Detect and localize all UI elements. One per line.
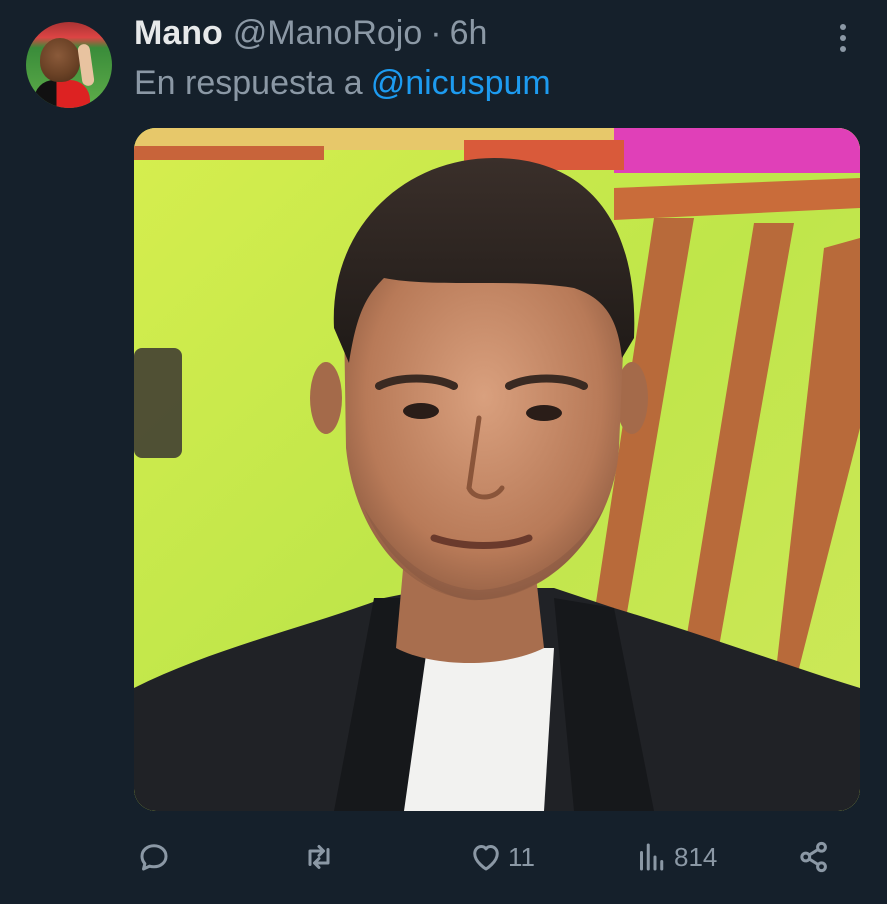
share-button[interactable] xyxy=(796,830,832,884)
separator-dot: · xyxy=(430,14,442,52)
tweet-actions-bar: 11 814 xyxy=(0,830,887,884)
like-count: 11 xyxy=(508,841,535,872)
display-name[interactable]: Mano xyxy=(134,14,223,53)
view-count: 814 xyxy=(674,841,718,872)
avatar-figure-shirt xyxy=(34,80,90,108)
retweet-icon xyxy=(301,839,337,875)
retweet-button[interactable] xyxy=(301,830,337,884)
more-vertical-icon[interactable] xyxy=(826,20,860,56)
media-photo xyxy=(134,128,860,811)
reply-icon xyxy=(136,839,172,875)
tweet[interactable]: Mano @ManoRojo · 6h En respuesta a @nicus… xyxy=(0,0,887,904)
avatar[interactable] xyxy=(26,22,112,108)
reply-context: En respuesta a @nicuspum xyxy=(134,64,551,103)
avatar-figure-arm xyxy=(77,43,95,87)
tweet-media-image[interactable] xyxy=(134,128,860,811)
avatar-figure-head xyxy=(40,38,80,82)
reply-mention-link[interactable]: @nicuspum xyxy=(371,64,551,102)
heart-icon xyxy=(468,839,504,875)
reply-button[interactable] xyxy=(136,830,172,884)
timestamp[interactable]: 6h xyxy=(450,14,488,53)
views-button[interactable]: 814 xyxy=(634,830,717,884)
like-button[interactable]: 11 xyxy=(468,830,535,884)
user-handle[interactable]: @ManoRojo xyxy=(233,14,423,53)
share-icon xyxy=(796,839,832,875)
reply-prefix: En respuesta a xyxy=(134,64,363,102)
views-bar-chart-icon xyxy=(634,839,670,875)
tweet-header: Mano @ManoRojo · 6h xyxy=(134,14,487,58)
